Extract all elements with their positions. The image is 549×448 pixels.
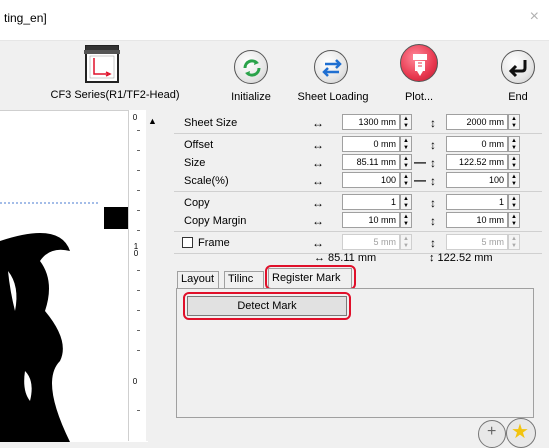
device-selector[interactable]: CF3 Series(R1/TF2-Head) <box>51 44 179 104</box>
ruler-label-10: 10 <box>133 242 139 258</box>
scale-label: Scale(%) <box>184 175 229 187</box>
offset-x-field[interactable]: 0 mm <box>342 136 400 152</box>
add-button[interactable]: + <box>478 420 506 448</box>
sheet-size-label: Sheet Size <box>184 117 238 129</box>
copy-margin-y-field[interactable]: 10 mm <box>446 212 508 228</box>
initialize-icon <box>234 50 268 84</box>
close-icon[interactable]: × <box>530 8 539 26</box>
sheet-size-row: Sheet Size ↔ 1300 mm ▲ ▼ ↕ 2000 mm ▲ ▼ <box>174 114 542 132</box>
copy-x-spinner[interactable]: ▲ ▼ <box>400 194 412 210</box>
copy-margin-x-field[interactable]: 10 mm <box>342 212 400 228</box>
size-h-spinner[interactable]: ▲ ▼ <box>508 154 520 170</box>
offset-x-spinner[interactable]: ▲ ▼ <box>400 136 412 152</box>
title-bar: ting_en] × <box>0 0 549 40</box>
favorite-button[interactable]: ★ <box>506 418 536 448</box>
copy-y-field[interactable]: 1 <box>446 194 508 210</box>
vertical-scrollbar[interactable]: ▲ <box>146 110 160 441</box>
vertical-arrow-icon: ↕ <box>430 156 436 170</box>
copy-margin-x-spinner[interactable]: ▲ ▼ <box>400 212 412 228</box>
size-w-field[interactable]: 85.11 mm <box>342 154 400 170</box>
detect-mark-highlight <box>183 292 351 320</box>
ruler-label-0: 0 <box>132 113 138 122</box>
vertical-arrow-icon: ↕ <box>430 236 436 250</box>
end-button[interactable]: End <box>496 50 540 106</box>
tab-layout[interactable]: Layout <box>177 271 219 288</box>
settings-panel: Sheet Size ↔ 1300 mm ▲ ▼ ↕ 2000 mm ▲ ▼ Off… <box>174 110 542 265</box>
tab-tiling[interactable]: Tilinc <box>224 271 264 288</box>
horizontal-arrow-icon: ↔ <box>312 156 324 170</box>
end-label: End <box>508 91 528 103</box>
preview-canvas[interactable] <box>0 110 148 442</box>
frame-label: Frame <box>198 237 230 249</box>
ruler-label-0b: 0 <box>132 377 138 386</box>
copy-x-field[interactable]: 1 <box>342 194 400 210</box>
horizontal-arrow-icon: ↔ <box>312 174 324 188</box>
horizontal-arrow-icon: ↔ <box>312 196 324 210</box>
copy-margin-y-spinner[interactable]: ▲ ▼ <box>508 212 520 228</box>
frame-row: Frame ↔ 5 mm ▲ ▼ ↕ 5 mm ▲ ▼ <box>174 234 542 252</box>
output-width: ↔ 85.11 mm <box>314 252 377 264</box>
output-height: ↕ 122.52 mm <box>429 252 493 264</box>
return-icon <box>501 50 535 84</box>
sheet-height-field[interactable]: 2000 mm <box>446 114 508 130</box>
sheet-width-field[interactable]: 1300 mm <box>342 114 400 130</box>
frame-x-spinner: ▲ ▼ <box>400 234 412 250</box>
preview-graphic <box>0 202 128 442</box>
size-label: Size <box>184 157 206 169</box>
link-dash-icon: — <box>414 173 426 187</box>
sheet-width-spinner[interactable]: ▲ ▼ <box>400 114 412 130</box>
horizontal-arrow-icon: ↔ <box>312 116 324 130</box>
scale-y-field[interactable]: 100 <box>446 172 508 188</box>
device-name: CF3 Series(R1/TF2-Head) <box>50 89 180 101</box>
register-mark-tab-highlight <box>265 265 356 290</box>
link-dash-icon: — <box>414 155 426 169</box>
sheet-loading-icon <box>314 50 348 84</box>
scale-x-spinner[interactable]: ▲ ▼ <box>400 172 412 188</box>
vertical-arrow-icon: ↕ <box>430 196 436 210</box>
sheet-loading-button[interactable]: Sheet Loading <box>288 50 378 106</box>
vertical-arrow-icon: ↕ <box>430 116 436 130</box>
scale-y-spinner[interactable]: ▲ ▼ <box>508 172 520 188</box>
frame-checkbox[interactable] <box>182 237 193 248</box>
offset-row: Offset ↔ 0 mm ▲ ▼ ↕ 0 mm ▲ ▼ <box>174 136 542 154</box>
copy-margin-row: Copy Margin ↔ 10 mm ▲ ▼ ↕ 10 mm ▲ ▼ <box>174 212 542 230</box>
copy-label: Copy <box>184 197 210 209</box>
plot-label: Plot... <box>404 91 434 103</box>
size-w-spinner[interactable]: ▲ ▼ <box>400 154 412 170</box>
vertical-ruler: 0 10 0 <box>128 110 147 441</box>
plot-icon <box>400 44 438 82</box>
copy-y-spinner[interactable]: ▲ ▼ <box>508 194 520 210</box>
offset-y-spinner[interactable]: ▲ ▼ <box>508 136 520 152</box>
initialize-label: Initialize <box>231 91 271 103</box>
frame-y-spinner: ▲ ▼ <box>508 234 520 250</box>
vertical-arrow-icon: ↕ <box>430 174 436 188</box>
sheet-loading-label: Sheet Loading <box>297 91 369 103</box>
copy-margin-label: Copy Margin <box>184 215 247 227</box>
size-row: Size ↔ 85.11 mm ▲ ▼ — ↕ 122.52 mm ▲ ▼ <box>174 154 542 172</box>
plotter-icon <box>84 45 120 83</box>
vertical-arrow-icon: ↕ <box>430 138 436 152</box>
scroll-up-icon[interactable]: ▲ <box>148 116 157 126</box>
divider <box>0 40 549 41</box>
scale-row: Scale(%) ↔ 100 ▲ ▼ — ↕ 100 ▲ ▼ <box>174 172 542 190</box>
initialize-button[interactable]: Initialize <box>226 50 276 106</box>
copy-row: Copy ↔ 1 ▲ ▼ ↕ 1 ▲ ▼ <box>174 194 542 212</box>
plus-icon: + <box>487 423 497 440</box>
horizontal-arrow-icon: ↔ <box>312 236 324 250</box>
vertical-arrow-icon: ↕ <box>430 214 436 228</box>
offset-label: Offset <box>184 139 214 151</box>
plot-button[interactable]: Plot... <box>392 44 442 106</box>
star-icon: ★ <box>511 421 529 443</box>
sheet-height-spinner[interactable]: ▲ ▼ <box>508 114 520 130</box>
horizontal-arrow-icon: ↔ <box>312 214 324 228</box>
offset-y-field[interactable]: 0 mm <box>446 136 508 152</box>
horizontal-arrow-icon: ↔ <box>312 138 324 152</box>
size-h-field[interactable]: 122.52 mm <box>446 154 508 170</box>
frame-y-field: 5 mm <box>446 234 508 250</box>
window-title: ting_en] <box>4 11 47 25</box>
scale-x-field[interactable]: 100 <box>342 172 400 188</box>
frame-x-field: 5 mm <box>342 234 400 250</box>
